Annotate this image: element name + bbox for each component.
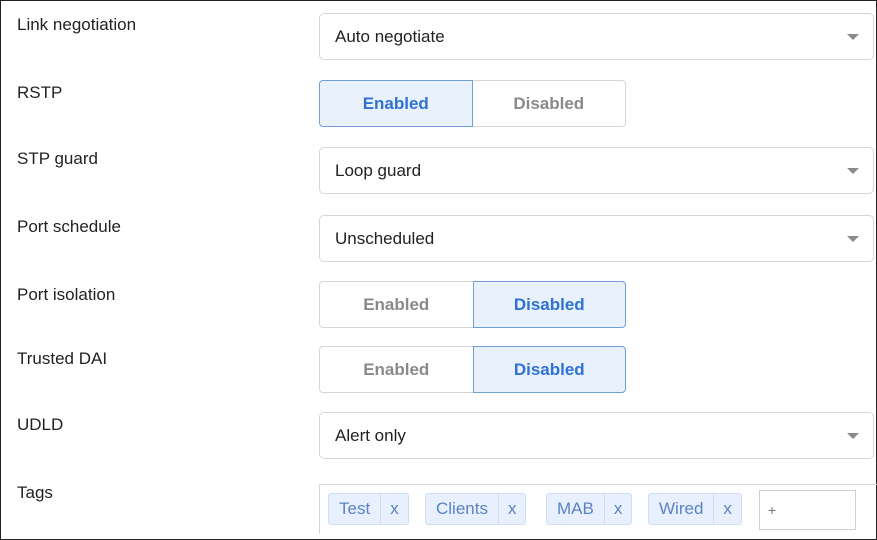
rstp-toggle: Enabled Disabled — [319, 80, 626, 127]
stp-guard-select[interactable]: Loop guard — [319, 147, 874, 194]
port-isolation-toggle: Enabled Disabled — [319, 281, 626, 328]
port-schedule-select[interactable]: Unscheduled — [319, 215, 874, 262]
trusted-dai-enabled-button[interactable]: Enabled — [319, 346, 473, 393]
tag-name: Test — [339, 499, 371, 518]
port-isolation-disabled-button[interactable]: Disabled — [472, 281, 626, 328]
remove-tag-button[interactable]: x — [713, 494, 741, 524]
tag-name: Wired — [659, 499, 704, 518]
port-isolation-label: Port isolation — [17, 285, 116, 304]
link-negotiation-label: Link negotiation — [17, 15, 137, 34]
remove-tag-button[interactable]: x — [497, 494, 526, 524]
link-negotiation-value: Auto negotiate — [335, 26, 445, 46]
tags-input-box: Test x Clients x MAB x Wired x — [319, 484, 877, 534]
tag-chip: MAB x — [546, 493, 633, 525]
tags-label: Tags — [17, 483, 53, 502]
tag-chip: Test x — [328, 493, 409, 525]
stp-guard-value: Loop guard — [335, 160, 422, 180]
chevron-down-icon — [847, 432, 859, 439]
tag-name: MAB — [557, 499, 594, 518]
chevron-down-icon — [847, 167, 859, 174]
udld-select[interactable]: Alert only — [319, 412, 874, 459]
udld-label: UDLD — [17, 415, 64, 434]
port-isolation-enabled-button[interactable]: Enabled — [319, 281, 473, 328]
remove-tag-button[interactable]: x — [380, 494, 408, 524]
udld-value: Alert only — [335, 425, 406, 445]
rstp-enabled-button[interactable]: Enabled — [319, 80, 473, 127]
remove-tag-button[interactable]: x — [603, 494, 632, 524]
chevron-down-icon — [847, 235, 859, 242]
trusted-dai-toggle: Enabled Disabled — [319, 346, 626, 393]
port-schedule-value: Unscheduled — [335, 228, 435, 248]
port-schedule-label: Port schedule — [17, 217, 121, 236]
stp-guard-label: STP guard — [17, 149, 98, 168]
add-tag-input[interactable] — [759, 490, 856, 530]
port-settings-panel: Link negotiation Auto negotiate RSTP Ena… — [0, 0, 877, 540]
rstp-disabled-button[interactable]: Disabled — [472, 80, 626, 127]
link-negotiation-select[interactable]: Auto negotiate — [319, 13, 874, 60]
rstp-label: RSTP — [17, 83, 63, 102]
tag-name: Clients — [436, 499, 488, 518]
trusted-dai-label: Trusted DAI — [17, 349, 108, 368]
trusted-dai-disabled-button[interactable]: Disabled — [472, 346, 626, 393]
tag-chip: Clients x — [425, 493, 527, 525]
chevron-down-icon — [847, 33, 859, 40]
tag-chip: Wired x — [648, 493, 742, 525]
